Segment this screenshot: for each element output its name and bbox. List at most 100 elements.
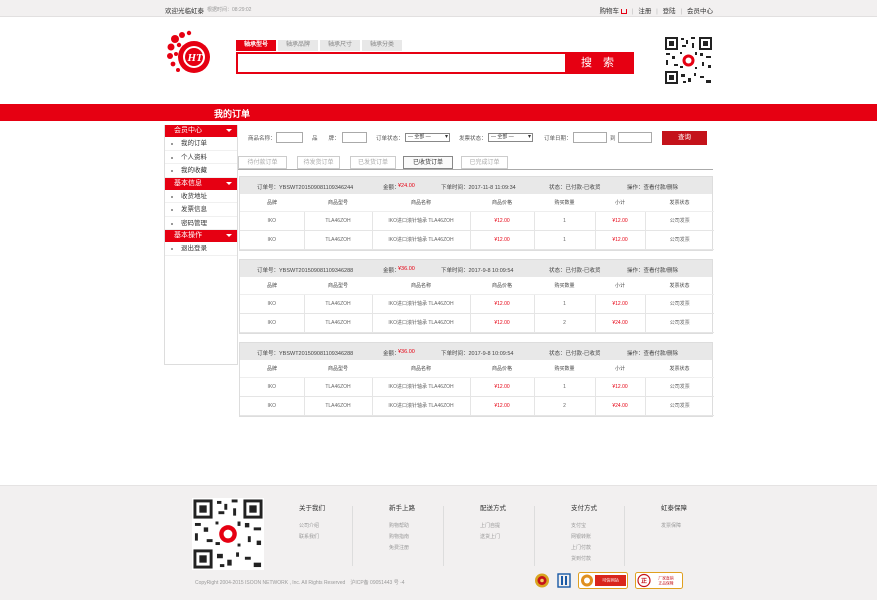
- tab-received[interactable]: 已收货订单: [403, 156, 453, 169]
- member-sidebar: 会员中心 我的订单 个人资料 我的收藏 基本信息 收货地址 发票信息 密码管理 …: [164, 125, 238, 365]
- tab-bearing-size[interactable]: 轴承尺寸: [320, 40, 361, 51]
- cart-link[interactable]: 购物车: [600, 8, 620, 15]
- search-button[interactable]: 搜 索: [565, 52, 634, 74]
- order-actions-link[interactable]: 操作：查看付款/删除: [627, 266, 678, 274]
- order-header: 订单号：YBSWT201509081109346288 金额： ¥36.00 下单时间…: [240, 343, 712, 360]
- footer-col-newbie: 新手上路 购物帮助 购物指南 免费注册: [389, 502, 415, 554]
- sidebar-item-favorites[interactable]: 我的收藏: [165, 164, 237, 178]
- footer-col-title: 关于我们: [299, 505, 325, 512]
- chevron-down-icon: [226, 234, 232, 237]
- tab-completed[interactable]: 已完成订单: [461, 156, 508, 169]
- welcome-text: 欢迎光临虹泰: [165, 8, 204, 15]
- footer-link[interactable]: 支付宝: [571, 521, 597, 532]
- sidebar-item-my-orders[interactable]: 我的订单: [165, 137, 237, 151]
- product-name-input[interactable]: [276, 132, 303, 143]
- query-button[interactable]: 查询: [662, 131, 707, 145]
- qr-code: [664, 36, 713, 85]
- footer-link[interactable]: 上门自提: [480, 521, 506, 532]
- brand-input[interactable]: [342, 132, 367, 143]
- footer-col-title: 新手上路: [389, 505, 415, 512]
- cell-qty: 1: [533, 229, 596, 250]
- footer-link[interactable]: 货到付款: [571, 554, 597, 565]
- sidebar-section-basic-info[interactable]: 基本信息: [165, 177, 237, 190]
- order-filters: 商品名称： 品 牌： 订单状态： — 全部 — 发票状态： — 全部 — 订单日…: [248, 131, 718, 145]
- cart-icon[interactable]: [621, 9, 628, 14]
- invoice-status-select[interactable]: — 全部 —: [488, 133, 533, 142]
- footer-divider: [624, 506, 625, 566]
- column-header: 商品型号: [304, 194, 372, 212]
- order-time: 下单时间：2017-11-8 11:09:34: [441, 185, 516, 191]
- order-actions-link[interactable]: 操作：查看付款/删除: [627, 183, 678, 191]
- tab-shipped[interactable]: 已发货订单: [350, 156, 396, 169]
- footer-col-title: 配送方式: [480, 505, 506, 512]
- order-amount: ¥36.00: [398, 266, 415, 272]
- footer-link[interactable]: 上门付款: [571, 543, 597, 554]
- column-header: 发票状态: [645, 194, 714, 212]
- order-number: 订单号：YBSWT201509081109346288: [257, 351, 354, 357]
- cell-qty: 1: [533, 210, 596, 231]
- order-items-table: 品牌 商品型号 商品名称 商品价格 购买数量 小计 发票状态 IKO TLA46ZOH IKO进口…: [240, 277, 714, 333]
- logo[interactable]: HT: [165, 30, 213, 78]
- order-status: 状态：已付款-已收货: [549, 268, 601, 274]
- cell-price: ¥12.00: [469, 229, 535, 250]
- sidebar-item-password[interactable]: 密码管理: [165, 217, 237, 230]
- tab-pending-shipment[interactable]: 待发货订单: [297, 156, 340, 169]
- column-header: 购买数量: [534, 194, 595, 212]
- cell-name: IKO进口滚针轴承 TLA46ZOH: [371, 376, 471, 397]
- cell-model: TLA46ZOH: [303, 376, 373, 397]
- date-from-input[interactable]: [573, 132, 607, 143]
- tab-bearing-category[interactable]: 轴承分类: [362, 40, 403, 51]
- search-tabs: 轴承型号 轴承品牌 轴承尺寸 轴承分类: [236, 40, 404, 51]
- order-amount: ¥36.00: [398, 349, 415, 355]
- genuine-badge-icon[interactable]: 正 厂家直销 正品保障: [635, 572, 683, 589]
- table-row: IKO TLA46ZOH IKO进口滚针轴承 TLA46ZOH ¥12.00 2 ¥24.…: [240, 395, 714, 416]
- order-number: 订单号：YBSWT201509081109346244: [257, 185, 354, 191]
- login-link[interactable]: 登陆: [663, 8, 676, 15]
- order-card: 订单号：YBSWT201509081109346244 金额： ¥24.00 下单时间…: [239, 176, 714, 251]
- order-actions-link[interactable]: 操作：查看付款/删除: [627, 349, 678, 357]
- footer-link[interactable]: 公司介绍: [299, 521, 325, 532]
- tab-bearing-brand[interactable]: 轴承品牌: [278, 40, 319, 51]
- tab-bearing-model[interactable]: 轴承型号: [236, 40, 277, 51]
- footer-link[interactable]: 网银转账: [571, 532, 597, 543]
- order-status-select[interactable]: — 全部 —: [405, 133, 450, 142]
- footer-link[interactable]: 购物帮助: [389, 521, 415, 532]
- sidebar-section-member-center[interactable]: 会员中心: [165, 125, 237, 137]
- svg-text:正品保障: 正品保障: [658, 581, 673, 586]
- tab-pending-payment[interactable]: 待付款订单: [238, 156, 287, 169]
- footer-link[interactable]: 发票保障: [661, 521, 687, 532]
- order-status-label: 订单状态：: [376, 136, 404, 142]
- footer: 关于我们 公司介绍 联系我们 新手上路 购物帮助 购物指南 免费注册 配送方式 …: [0, 485, 877, 600]
- icp-badge-icon[interactable]: [556, 572, 572, 589]
- cell-invoice: 公司发票: [644, 293, 714, 314]
- order-status: 状态：已付款-已收货: [549, 351, 601, 357]
- cell-brand: IKO: [240, 376, 305, 397]
- sidebar-section-label: 基本信息: [174, 179, 202, 187]
- sidebar-item-address[interactable]: 收货地址: [165, 190, 237, 203]
- sidebar-item-profile[interactable]: 个人资料: [165, 151, 237, 164]
- page-title: 我的订单: [214, 109, 251, 119]
- cell-invoice: 公司发票: [644, 312, 714, 333]
- footer-link[interactable]: 送货上门: [480, 532, 506, 543]
- top-links: 购物车 | 注册 | 登陆 | 会员中心: [599, 8, 713, 15]
- table-row: IKO TLA46ZOH IKO进口滚针轴承 TLA46ZOH ¥12.00 1 ¥12.…: [240, 376, 714, 397]
- sidebar-item-invoice[interactable]: 发票信息: [165, 203, 237, 217]
- register-link[interactable]: 注册: [638, 8, 651, 15]
- footer-col-delivery: 配送方式 上门自提 送货上门: [480, 502, 506, 543]
- police-badge-icon[interactable]: [534, 572, 550, 589]
- footer-col-title: 支付方式: [571, 505, 597, 512]
- order-header: 订单号：YBSWT201509081109346244 金额： ¥24.00 下单时间…: [240, 177, 712, 194]
- footer-link[interactable]: 联系我们: [299, 532, 325, 543]
- cell-invoice: 公司发票: [644, 376, 714, 397]
- date-to-input[interactable]: [618, 132, 652, 143]
- member-center-link[interactable]: 会员中心: [687, 8, 713, 15]
- sidebar-item-logout[interactable]: 退出登录: [165, 242, 237, 256]
- footer-divider: [443, 506, 444, 566]
- column-header: 小计: [595, 277, 645, 295]
- footer-link[interactable]: 免费注册: [389, 543, 415, 554]
- trust-site-badge-icon[interactable]: 可信网站: [578, 572, 628, 589]
- sidebar-section-basic-ops[interactable]: 基本操作: [165, 230, 237, 242]
- footer-link[interactable]: 购物指南: [389, 532, 415, 543]
- cell-invoice: 公司发票: [644, 229, 714, 250]
- cell-model: TLA46ZOH: [303, 229, 373, 250]
